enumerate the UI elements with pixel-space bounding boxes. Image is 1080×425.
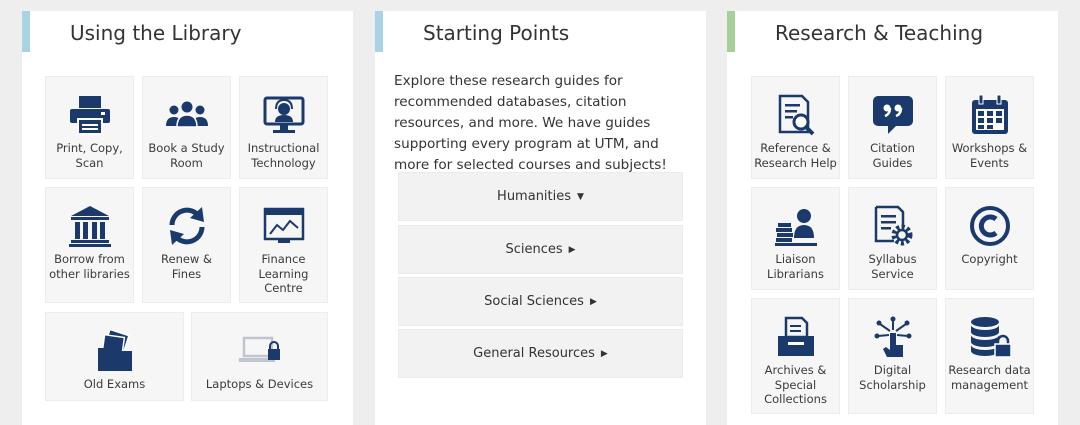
- tile-laptops-devices[interactable]: Laptops & Devices: [191, 312, 328, 401]
- tile-label: Archives & Special Collections: [764, 363, 827, 406]
- tile-borrow-other-libraries[interactable]: Borrow from other libraries: [45, 187, 134, 303]
- tile-label: Instructional Technology: [247, 141, 320, 170]
- syllabus-gear-icon: [849, 204, 936, 248]
- quote-icon: [849, 93, 936, 137]
- tile-citation-guides[interactable]: Citation Guides: [848, 76, 937, 179]
- panel-title: Starting Points: [423, 21, 570, 45]
- tile-copyright[interactable]: Copyright: [945, 187, 1034, 290]
- printer-icon: [46, 93, 133, 137]
- tech-support-icon: [240, 93, 327, 137]
- laptop-lock-icon: [192, 329, 327, 373]
- tile-research-data-management[interactable]: Research data management: [945, 298, 1034, 414]
- tile-reference-research-help[interactable]: Reference & Research Help: [751, 76, 840, 179]
- tile-archives-special-collections[interactable]: Archives & Special Collections: [751, 298, 840, 414]
- calendar-icon: [946, 93, 1033, 137]
- tile-label: Workshops & Events: [951, 141, 1028, 170]
- tile-book-study-room[interactable]: Book a Study Room: [142, 76, 231, 179]
- caret-right-icon: ▶: [600, 348, 608, 359]
- tile-renew-fines[interactable]: Renew & Fines: [142, 187, 231, 303]
- tile-workshops-events[interactable]: Workshops & Events: [945, 76, 1034, 179]
- panel-title: Research & Teaching: [775, 21, 984, 45]
- document-search-icon: [752, 93, 839, 137]
- starting-points-panel: Starting Points Explore these research g…: [375, 11, 706, 425]
- tile-old-exams[interactable]: Old Exams: [45, 312, 184, 401]
- intro-text: Explore these research guides for recomm…: [394, 73, 667, 173]
- caret-down-icon: ▼: [577, 191, 584, 202]
- tile-label: Citation Guides: [870, 141, 915, 170]
- caret-right-icon: ▶: [568, 244, 576, 255]
- refresh-icon: [143, 204, 230, 248]
- tile-label: Digital Scholarship: [859, 363, 926, 392]
- accordion-label: Humanities: [497, 189, 572, 204]
- archive-box-icon: [752, 315, 839, 359]
- digital-touch-icon: [849, 315, 936, 359]
- tile-label: Renew & Fines: [161, 252, 212, 281]
- tile-label: Research data management: [948, 363, 1031, 392]
- accordion-general-resources[interactable]: General Resources ▶: [398, 329, 683, 378]
- research-teaching-panel: Research & Teaching Reference & Research…: [727, 11, 1058, 425]
- caret-right-icon: ▶: [589, 296, 597, 307]
- accent-bar: [727, 11, 735, 52]
- tile-label: Laptops & Devices: [205, 377, 314, 391]
- using-the-library-panel: Using the Library Print, Copy, Scan Book…: [22, 11, 353, 425]
- accent-bar: [375, 11, 383, 52]
- tile-label: Print, Copy, Scan: [56, 141, 123, 170]
- chart-screen-icon: [240, 204, 327, 248]
- accordion-sciences[interactable]: Sciences ▶: [398, 225, 683, 274]
- tile-syllabus-service[interactable]: Syllabus Service: [848, 187, 937, 290]
- tile-instructional-technology[interactable]: Instructional Technology: [239, 76, 328, 179]
- accordion-label: Sciences: [505, 242, 563, 257]
- accent-bar: [22, 11, 30, 52]
- accordion-label: General Resources: [473, 346, 595, 361]
- tile-label: Syllabus Service: [868, 252, 917, 281]
- folder-icon: [46, 329, 183, 373]
- tile-label: Liaison Librarians: [767, 252, 824, 281]
- tile-label: Copyright: [961, 252, 1018, 266]
- database-lock-icon: [946, 315, 1033, 359]
- copyright-icon: [946, 204, 1033, 248]
- librarian-icon: [752, 204, 839, 248]
- tile-label: Borrow from other libraries: [49, 252, 130, 281]
- accordion-social-sciences[interactable]: Social Sciences ▶: [398, 277, 683, 326]
- institution-icon: [46, 204, 133, 248]
- accordion-humanities[interactable]: Humanities ▼: [398, 172, 683, 221]
- tile-label: Finance Learning Centre: [258, 252, 309, 295]
- tile-print-copy-scan[interactable]: Print, Copy, Scan: [45, 76, 134, 179]
- accordion-label: Social Sciences: [484, 294, 584, 309]
- tile-finance-learning-centre[interactable]: Finance Learning Centre: [239, 187, 328, 303]
- tile-liaison-librarians[interactable]: Liaison Librarians: [751, 187, 840, 290]
- tile-digital-scholarship[interactable]: Digital Scholarship: [848, 298, 937, 414]
- tile-label: Old Exams: [83, 377, 146, 391]
- panel-title: Using the Library: [70, 21, 242, 45]
- tile-label: Reference & Research Help: [754, 141, 837, 170]
- tile-label: Book a Study Room: [148, 141, 225, 170]
- group-icon: [143, 93, 230, 137]
